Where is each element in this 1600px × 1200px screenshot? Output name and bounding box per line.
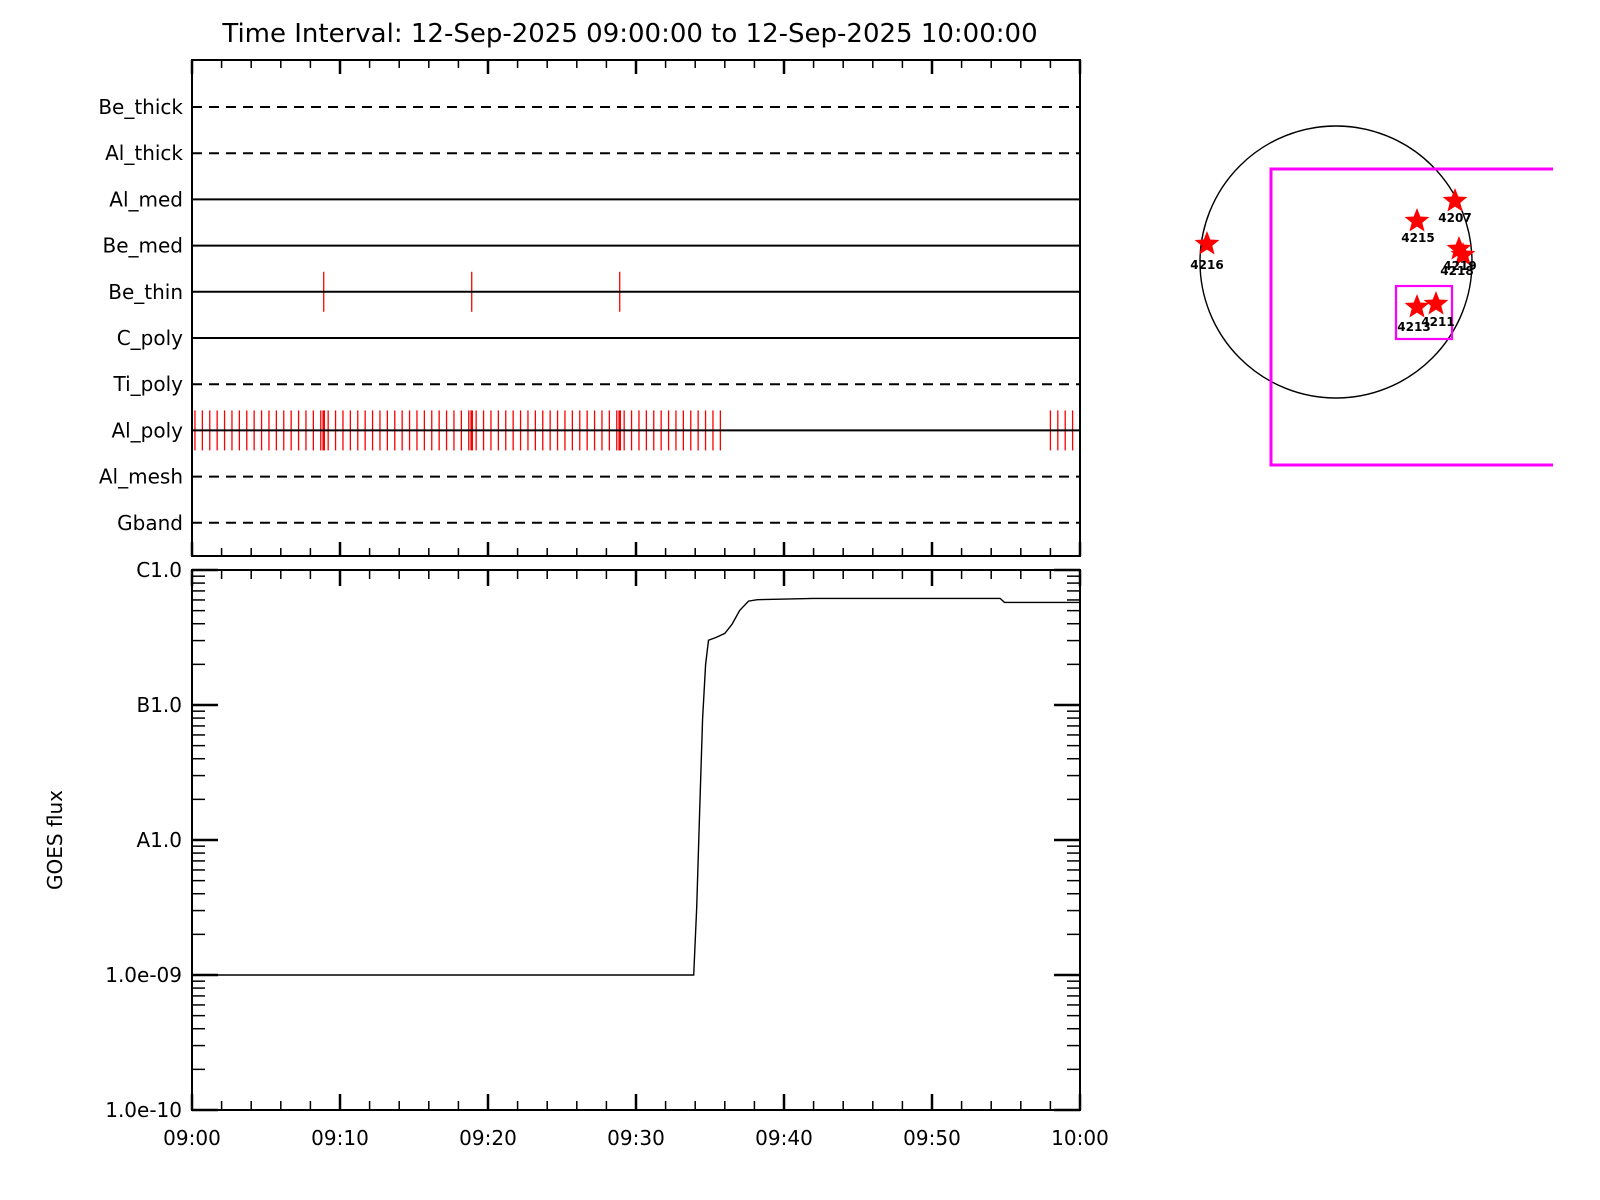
- timeline-row-Be_thick: Be_thick: [98, 95, 1080, 119]
- active-region-star-4211: [1423, 291, 1449, 315]
- plot-svg: Time Interval: 12-Sep-2025 09:00:00 to 1…: [43, 19, 1553, 1150]
- x-tick-label: 10:00: [1051, 1126, 1109, 1150]
- active-region-label: 4216: [1190, 258, 1223, 272]
- plot-title: Time Interval: 12-Sep-2025 09:00:00 to 1…: [221, 19, 1037, 49]
- timeline-panel-border: [191, 59, 1081, 557]
- active-region-label: 4211: [1421, 315, 1454, 329]
- filter-label: Al_med: [109, 187, 183, 211]
- filter-label: Al_mesh: [99, 465, 183, 489]
- timeline-row-Be_thin: Be_thin: [108, 271, 1080, 312]
- active-region-label: 4218: [1440, 264, 1473, 278]
- filter-label: Ti_poly: [113, 372, 184, 396]
- active-region-label: 4207: [1438, 211, 1471, 225]
- y-tick-label: 1.0e-10: [105, 1098, 182, 1122]
- goes-flux-panel: C1.0 B1.0 A1.0 1.0e-09 1.0e-10 09:00 09:10 09:2…: [43, 558, 1109, 1150]
- filter-label: Al_poly: [111, 418, 183, 442]
- filter-label: Be_thick: [98, 95, 183, 119]
- solar-limb-circle: [1199, 125, 1473, 399]
- x-tick-label: 09:40: [755, 1126, 813, 1150]
- y-tick-label: 1.0e-09: [105, 963, 182, 987]
- active-region-star-4213: [1404, 294, 1430, 318]
- filter-label: Be_med: [102, 234, 183, 258]
- timeline-row-Al_med: Al_med: [109, 187, 1080, 211]
- active-region-label: 4215: [1401, 231, 1434, 245]
- active-region-star-4207: [1442, 188, 1468, 212]
- x-tick-label: 09:10: [311, 1126, 369, 1150]
- timeline-row-Be_med: Be_med: [102, 234, 1080, 258]
- y-tick-label: B1.0: [136, 693, 182, 717]
- active-region-star-4216: [1194, 231, 1220, 255]
- x-tick-label: 09:30: [607, 1126, 665, 1150]
- x-tick-label: 09:00: [163, 1126, 221, 1150]
- y-tick-label: A1.0: [137, 828, 183, 852]
- solar-disk-map: 4216421542074219421842134211: [1190, 125, 1553, 467]
- x-tick-label: 09:50: [903, 1126, 961, 1150]
- goes-flux-curve: [192, 597, 1080, 976]
- timeline-row-Ti_poly: Ti_poly: [113, 372, 1080, 396]
- timeline-row-Al_poly: Al_poly: [111, 410, 1080, 451]
- filter-label: Al_thick: [105, 141, 183, 165]
- timeline-row-C_poly: C_poly: [117, 326, 1080, 350]
- filter-label: C_poly: [117, 326, 183, 350]
- timeline-row-Al_thick: Al_thick: [105, 141, 1080, 165]
- y-tick-label: C1.0: [136, 558, 182, 582]
- filter-label: Be_thin: [108, 280, 183, 304]
- xrt-filter-timeline-panel: Be_thick Al_thick Al_med Be_med Be_thin C_pol…: [98, 59, 1082, 557]
- large-fov-box: [1269, 167, 1553, 467]
- goes-flux-axis-title: GOES flux: [43, 790, 67, 890]
- goes-panel-border: [191, 569, 1081, 1111]
- x-tick-label: 09:20: [459, 1126, 517, 1150]
- timeline-row-Gband: Gband: [117, 511, 1080, 535]
- filter-label: Gband: [117, 511, 183, 535]
- plot-canvas: Time Interval: 12-Sep-2025 09:00:00 to 1…: [0, 0, 1600, 1200]
- active-region-star-4215: [1404, 208, 1430, 232]
- timeline-row-Al_mesh: Al_mesh: [99, 465, 1080, 489]
